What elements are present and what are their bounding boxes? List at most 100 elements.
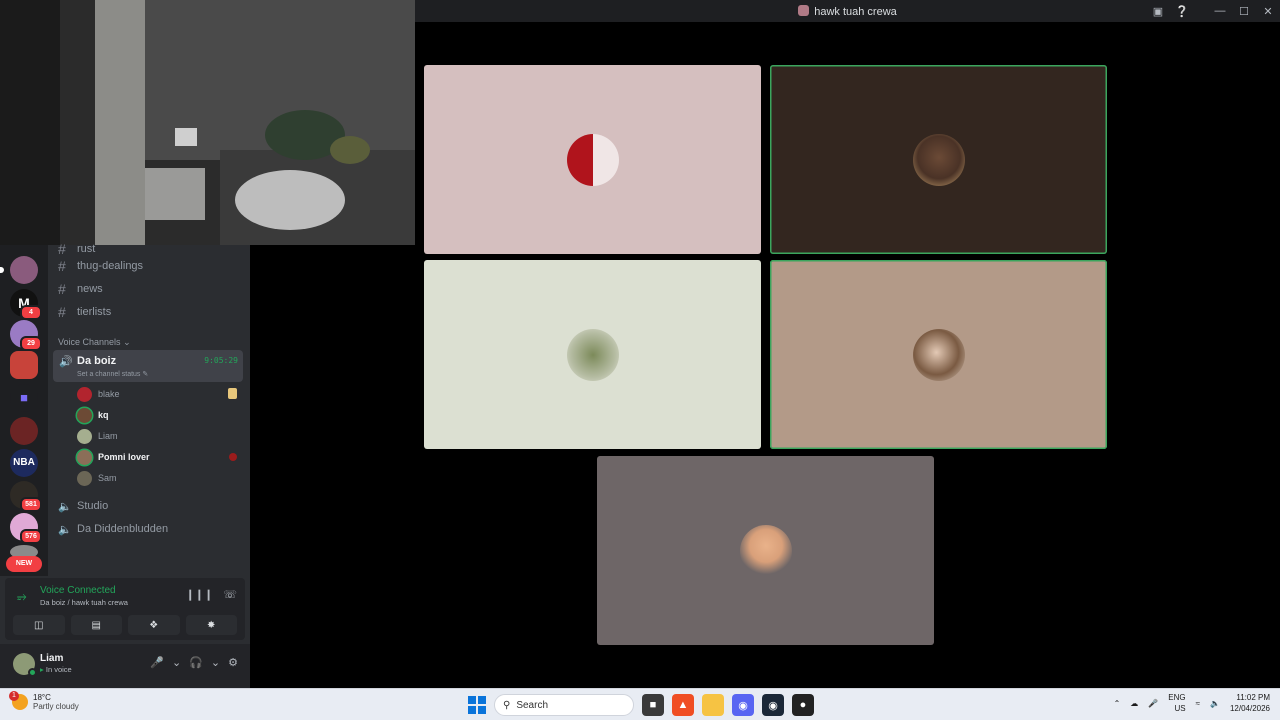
close-button[interactable]: ✕ <box>1256 0 1280 22</box>
screen-share-button[interactable]: ▤ <box>70 615 122 635</box>
mention-badge: 581 <box>20 497 42 512</box>
participant-tile[interactable] <box>770 260 1107 449</box>
task-view-icon[interactable]: ■ <box>642 694 664 716</box>
minimize-button[interactable]: — <box>1208 0 1232 22</box>
volume-icon[interactable]: 🔈 <box>1210 699 1220 708</box>
text-channel-thug-dealings[interactable]: # thug-dealings <box>58 256 143 276</box>
avatar <box>77 449 92 465</box>
weather-icon: 1 <box>9 691 28 710</box>
voice-member[interactable]: kq <box>77 406 109 424</box>
window-title-text: hawk tuah crewa <box>814 6 897 18</box>
server-icon-9[interactable]: 576 <box>10 513 42 544</box>
chevron-up-icon[interactable]: ⌃ <box>1114 699 1121 708</box>
server-icon-2[interactable]: M4 <box>10 289 42 320</box>
headphones-icon[interactable]: 🎧 <box>189 656 203 669</box>
weather-widget[interactable]: 1 18°C Partly cloudy <box>9 691 79 711</box>
noise-suppression-icon[interactable]: ❙❙❙ <box>186 588 214 601</box>
voice-member[interactable]: Pomni lover <box>77 448 150 466</box>
inbox-icon[interactable]: ▣ <box>1146 0 1170 22</box>
voice-channel-studio[interactable]: 🔈 Studio <box>58 496 108 516</box>
folder-icon[interactable]: ■ <box>10 384 38 412</box>
soundboard-button[interactable]: ✸ <box>185 615 237 635</box>
user-status-text: In voice <box>45 665 72 674</box>
voice-member[interactable]: Liam <box>77 427 118 445</box>
channel-label: rust <box>77 243 96 255</box>
gear-icon[interactable]: ⚙ <box>228 656 238 669</box>
activities-button[interactable]: ❖ <box>128 615 180 635</box>
participant-tile[interactable] <box>424 65 761 254</box>
camera-toggle-button[interactable]: ◫ <box>13 615 65 635</box>
category-label: Voice Channels <box>58 337 121 347</box>
chevron-down-icon[interactable]: ⌄ <box>211 656 220 669</box>
screen: hawk tuah crewa ▣ ❔ — ☐ ✕ M 4 29 ■ NBA 5… <box>0 0 1280 720</box>
participant-tile[interactable] <box>597 456 934 645</box>
language-indicator[interactable]: ENG US <box>1168 692 1185 714</box>
call-timer: 9:05:29 <box>204 356 238 365</box>
member-name: kq <box>98 410 109 420</box>
weather-condition: Partly cloudy <box>33 702 79 711</box>
region-code: US <box>1174 704 1186 713</box>
server-icon-6[interactable] <box>10 417 38 445</box>
search-box[interactable]: ⚲ Search <box>494 694 634 716</box>
wifi-icon[interactable]: ≈ <box>1196 699 1200 708</box>
start-button[interactable] <box>468 696 486 714</box>
language-code: ENG <box>1168 693 1186 702</box>
participant-tile[interactable] <box>770 65 1107 254</box>
microphone-icon[interactable]: 🎤 <box>150 656 164 669</box>
participant-avatar <box>566 133 619 186</box>
voice-channel-label: Studio <box>77 500 109 512</box>
steam-icon[interactable]: ◉ <box>762 694 784 716</box>
activities-icon: ❖ <box>149 619 159 631</box>
channel-status[interactable]: Set a channel status ✎ <box>77 370 148 378</box>
category-voice-channels[interactable]: Voice Channels ⌄ <box>58 337 131 348</box>
voice-location[interactable]: Da boiz / hawk tuah crewa <box>40 598 128 607</box>
camera-off-icon: ◫ <box>34 619 44 631</box>
voice-member[interactable]: Sam <box>77 469 117 487</box>
user-status: ▸ In voice <box>40 665 72 674</box>
server-icon-7[interactable]: NBA <box>10 449 38 477</box>
camera-preview[interactable] <box>0 0 415 245</box>
voice-channel-da-diddenbludden[interactable]: 🔈 Da Diddenbludden <box>58 519 168 539</box>
participant-avatar <box>739 524 792 577</box>
hash-icon: # <box>58 281 66 297</box>
camera-feed-image <box>0 0 415 245</box>
disconnect-icon[interactable]: ☏ <box>223 588 237 601</box>
avatar <box>77 407 92 423</box>
hash-icon: # <box>58 304 66 320</box>
chevron-down-icon[interactable]: ⌄ <box>172 656 181 669</box>
signal-icon[interactable]: ⥴ <box>17 589 27 604</box>
app-icon[interactable]: ● <box>792 694 814 716</box>
voice-channel-da-boiz[interactable]: 🔊 Da boiz 9:05:29 Set a channel status ✎ <box>53 350 243 382</box>
voice-member[interactable]: blake <box>77 385 120 403</box>
brave-browser-icon[interactable]: ▲ <box>672 694 694 716</box>
file-explorer-icon[interactable] <box>702 694 724 716</box>
speaker-icon: ▸ <box>40 665 44 674</box>
search-label: Search <box>516 699 549 711</box>
pencil-icon: ✎ <box>142 371 149 378</box>
server-icon-1[interactable] <box>0 256 38 284</box>
date: 12/04/2026 <box>1229 704 1270 713</box>
mention-badge: 29 <box>20 336 42 351</box>
channel-label: tierlists <box>77 306 112 318</box>
server-icon-8[interactable]: 581 <box>10 481 42 512</box>
voice-status[interactable]: Voice Connected <box>40 585 116 596</box>
voice-connection-panel: ⥴ Voice Connected Da boiz / hawk tuah cr… <box>5 578 245 640</box>
server-icon <box>798 5 810 16</box>
participant-tile[interactable] <box>424 260 761 449</box>
time: 11:02 PM <box>1236 693 1270 702</box>
server-icon-4[interactable] <box>10 351 38 379</box>
server-icon-3[interactable]: 29 <box>10 320 42 351</box>
onedrive-icon[interactable]: ☁ <box>1130 699 1138 708</box>
avatar <box>77 428 92 444</box>
status-icon <box>229 453 237 461</box>
help-icon[interactable]: ❔ <box>1170 0 1194 22</box>
maximize-button[interactable]: ☐ <box>1232 0 1256 22</box>
text-channel-tierlists[interactable]: # tierlists <box>58 302 111 322</box>
clock[interactable]: 11:02 PM 12/04/2026 <box>1230 692 1270 714</box>
username[interactable]: Liam <box>40 653 63 664</box>
text-channel-news[interactable]: # news <box>58 279 103 299</box>
new-unreads-pill[interactable]: NEW <box>6 556 42 572</box>
microphone-icon[interactable]: 🎤 <box>1148 699 1158 708</box>
discord-icon[interactable]: ◉ <box>732 694 754 716</box>
